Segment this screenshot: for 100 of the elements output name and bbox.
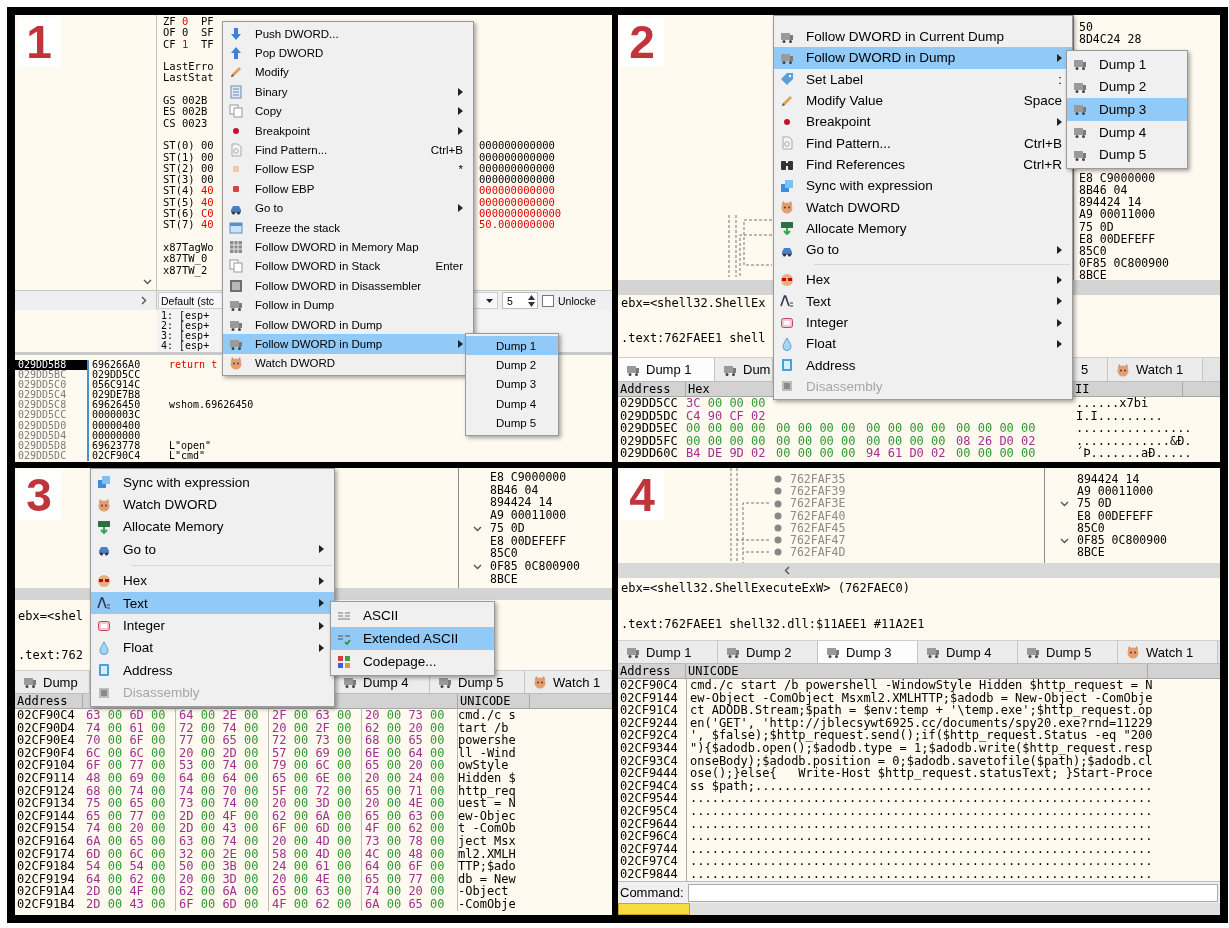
menu-item[interactable]: Follow DWORD in Dump: [774, 47, 1072, 69]
hex-cell: 2D 00 43 00: [176, 822, 269, 835]
checkbox[interactable]: [542, 294, 554, 307]
address-cell-text: 02CF90F4: [16, 746, 76, 760]
hex-cell-text: 00 00 00 00: [866, 434, 947, 447]
menu-item[interactable]: Codepage...: [331, 650, 494, 673]
address-cell-text: 02CF90C4: [619, 679, 679, 692]
hex-cell: 20 00 3D 00: [269, 797, 362, 810]
code-bytes: 8BCE: [1077, 546, 1106, 559]
tab[interactable]: Watch 1: [1118, 641, 1218, 663]
code-bytes: 8BCE: [490, 572, 519, 586]
menu-item[interactable]: Follow DWORD in Dump: [223, 314, 473, 335]
register-value: 40: [200, 218, 214, 231]
menu-item[interactable]: Dump 3: [466, 374, 558, 395]
tab[interactable]: Dump 5: [1018, 641, 1118, 663]
column-header: Address: [618, 664, 686, 678]
tab[interactable]: Dum: [715, 358, 773, 381]
menu-item[interactable]: Binary: [223, 82, 473, 102]
hex-cell: 4F 00 62 00: [269, 897, 362, 911]
hex-cell-text: 94 61 D0 02: [866, 447, 947, 460]
menu-item[interactable]: Dump 4: [466, 394, 558, 414]
menu-item[interactable]: Watch DWORD: [774, 196, 1072, 218]
tab[interactable]: Dump 1: [618, 358, 715, 381]
menu-item[interactable]: Modify: [223, 62, 473, 83]
menu-item[interactable]: Hex: [774, 269, 1072, 291]
menu-item[interactable]: Extended ASCII: [331, 627, 494, 650]
register-name: ST(0): [163, 139, 195, 152]
hex-cell: 77 00 65 00: [176, 734, 269, 747]
text-cell-text: owStyle: [458, 759, 509, 772]
truck-icon: [1073, 57, 1087, 72]
hex-cell: 6A 00 65 00: [362, 897, 458, 911]
cat-face-icon: [1126, 645, 1140, 659]
menu-item[interactable]: Text: [774, 290, 1072, 312]
tab[interactable]: Watch 1: [525, 671, 612, 693]
menu-item[interactable]: Follow ESP *: [223, 159, 473, 180]
tab[interactable]: Dump 4: [918, 641, 1018, 663]
menu-item[interactable]: Address: [91, 659, 334, 682]
menu-item[interactable]: Follow in Dump: [223, 295, 473, 315]
menu-item[interactable]: Freeze the stack: [223, 217, 473, 238]
menu-item[interactable]: Integer: [774, 311, 1072, 334]
branch-lines-drawing: [728, 215, 773, 277]
address-cell-text: 02CF96C4: [619, 830, 679, 843]
menu-item[interactable]: Integer: [91, 614, 334, 637]
menu-item[interactable]: Dump 5: [466, 413, 558, 433]
pencil-icon: [229, 65, 243, 80]
menu-item[interactable]: ASCII: [331, 604, 494, 627]
menu-item[interactable]: Address: [774, 354, 1072, 376]
hex-cell: 63 00 6D 00: [83, 709, 176, 722]
menu-item[interactable]: Dump 1: [466, 336, 558, 356]
menu-item[interactable]: Dump 3: [1067, 98, 1187, 121]
menu-item[interactable]: Follow EBP: [223, 179, 473, 199]
menu-item[interactable]: Text: [91, 591, 334, 615]
menu-item[interactable]: Follow DWORD in Stack Enter: [223, 256, 473, 277]
menu-item[interactable]: Float: [774, 333, 1072, 355]
tab[interactable]: Dump 3: [818, 641, 918, 663]
menu-item[interactable]: Follow DWORD in Current Dump: [774, 26, 1072, 48]
hex-cell: 70 00 6F 00: [83, 734, 176, 747]
stack-value: 69626450: [87, 400, 163, 411]
menu-item[interactable]: Allocate Memory: [91, 515, 334, 539]
text-cell-text: -ComObje: [458, 897, 517, 911]
tab[interactable]: Dump 1: [618, 641, 718, 663]
menu-item[interactable]: Float: [91, 636, 334, 660]
text-cell: ................................................................: [686, 842, 1220, 856]
menu-item[interactable]: Sync with expression: [91, 471, 334, 494]
menu-item[interactable]: Go to: [91, 538, 334, 561]
code-bytes: E8 C9000000: [1079, 172, 1157, 185]
menu-item[interactable]: Pop DWORD: [223, 43, 473, 63]
register-name: PF: [200, 15, 214, 27]
menu-item[interactable]: Follow DWORD in Memory Map: [223, 237, 473, 257]
spinner-arrows-icon: [528, 294, 535, 307]
hex-cell: 2D 00 4F 00: [83, 885, 176, 898]
menu-item[interactable]: Allocate Memory: [774, 217, 1072, 239]
tab[interactable]: Dump 2: [718, 641, 818, 663]
text-cell-text: tart /b: [458, 721, 509, 735]
spin-box[interactable]: 5: [502, 292, 538, 309]
address-cell-text: 02CF91B4: [16, 897, 76, 911]
menu-item[interactable]: Push DWORD...: [223, 24, 473, 44]
hex-cell: 20 00 4D 00: [269, 834, 362, 848]
menu-item[interactable]: Copy: [223, 101, 473, 121]
menu-item[interactable]: Find Pattern... Ctrl+B: [223, 140, 473, 160]
hex-cell: 64 00 64 00: [176, 771, 269, 785]
menu-item[interactable]: Hex: [91, 569, 334, 592]
menu-item[interactable]: Watch DWORD: [91, 493, 334, 516]
menu-item[interactable]: Breakpoint: [223, 120, 473, 141]
truck-icon: [1026, 645, 1040, 659]
menu-item[interactable]: Go to: [223, 198, 473, 218]
tab[interactable]: Dump: [15, 671, 90, 693]
tab[interactable]: Watch 1: [1108, 358, 1203, 381]
menu-item[interactable]: Follow DWORD in Disassembler: [223, 276, 473, 296]
panel-number: 1: [17, 17, 61, 67]
menu-item[interactable]: Go to: [774, 238, 1072, 261]
command-field[interactable]: [687, 883, 1218, 902]
menu-item[interactable]: Sync with expression: [774, 175, 1072, 197]
register-value: C0: [200, 207, 214, 220]
text-cell: ................................................................: [686, 817, 1220, 831]
memory-icon: [780, 221, 794, 236]
ascii-cell-text: ................: [1076, 422, 1193, 435]
info-text: .text:762FAEE1 shell: [621, 331, 766, 345]
register-name: GS: [163, 94, 176, 107]
tab[interactable]: 5: [1073, 358, 1108, 381]
